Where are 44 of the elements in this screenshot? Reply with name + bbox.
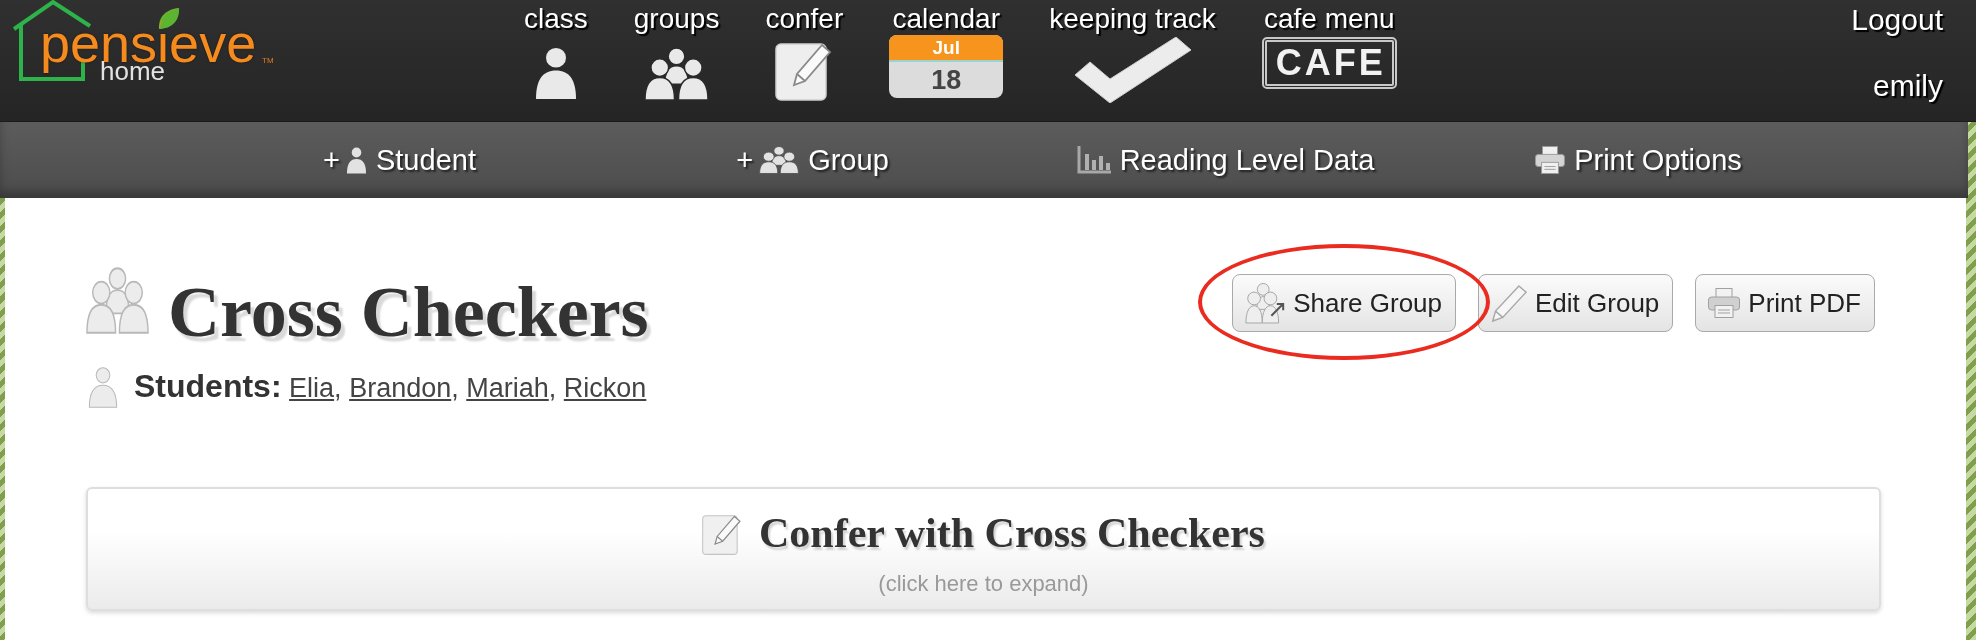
person-icon	[345, 146, 367, 174]
student-name-link[interactable]: Elia	[289, 373, 335, 403]
trademark-mark: TM	[262, 57, 274, 65]
action-button[interactable]: Share Group	[1232, 274, 1456, 332]
action-button[interactable]: Print PDF	[1695, 274, 1875, 332]
logout-link[interactable]: Logout	[1851, 3, 1943, 37]
panel-title: Confer with Cross Checkers	[759, 509, 1265, 558]
person-icon	[88, 367, 118, 408]
action-button[interactable]: Edit Group	[1478, 274, 1674, 332]
printer-icon	[1535, 146, 1566, 174]
nav-link[interactable]: class	[524, 3, 588, 35]
toolbar-link[interactable]: Reading Level Data	[1076, 143, 1375, 177]
pencil-icon	[1491, 283, 1527, 323]
nav-link[interactable]: confer	[765, 3, 844, 35]
calendar-day: 18	[889, 62, 1004, 98]
people-icon	[759, 146, 800, 174]
student-name-link[interactable]: Mariah	[466, 373, 549, 403]
expand-hint: (click here to expand)	[878, 571, 1089, 597]
leaf-icon	[158, 7, 180, 30]
students-line: Students: Elia, Brandon, Mariah, Rickon	[134, 367, 647, 406]
plus-sign: +	[736, 143, 754, 177]
calendar-tile[interactable]: Jul 18	[889, 35, 1004, 98]
username: emily	[1873, 69, 1943, 103]
group-title: Cross Checkers	[168, 276, 649, 348]
plus-sign: +	[323, 143, 340, 177]
calendar-month: Jul	[889, 35, 1004, 62]
toolbar-link[interactable]: + Group	[736, 143, 889, 177]
student-name-link[interactable]: Brandon	[349, 373, 452, 403]
people-icon[interactable]	[644, 47, 710, 101]
person-icon[interactable]	[533, 47, 578, 100]
printer-icon	[1708, 286, 1741, 320]
toolbar-link[interactable]: + Student	[323, 143, 476, 177]
toolbar-link[interactable]: Print Options	[1535, 143, 1742, 177]
nav-link[interactable]: cafe menu	[1263, 3, 1395, 35]
nav-link[interactable]: keeping track	[1049, 3, 1216, 35]
student-name-link[interactable]: Rickon	[563, 373, 647, 403]
checkmark-icon[interactable]	[1074, 37, 1191, 103]
nav-link[interactable]: calendar	[892, 3, 1000, 35]
people-arrow-icon	[1245, 281, 1286, 325]
nav-link[interactable]: groups	[633, 3, 720, 35]
confer-panel[interactable]: Confer with Cross Checkers (click here to expand)	[86, 487, 1881, 611]
people-icon	[86, 267, 149, 334]
bar-chart-icon	[1076, 146, 1111, 174]
cafe-sign[interactable]: CAFE	[1261, 37, 1397, 89]
